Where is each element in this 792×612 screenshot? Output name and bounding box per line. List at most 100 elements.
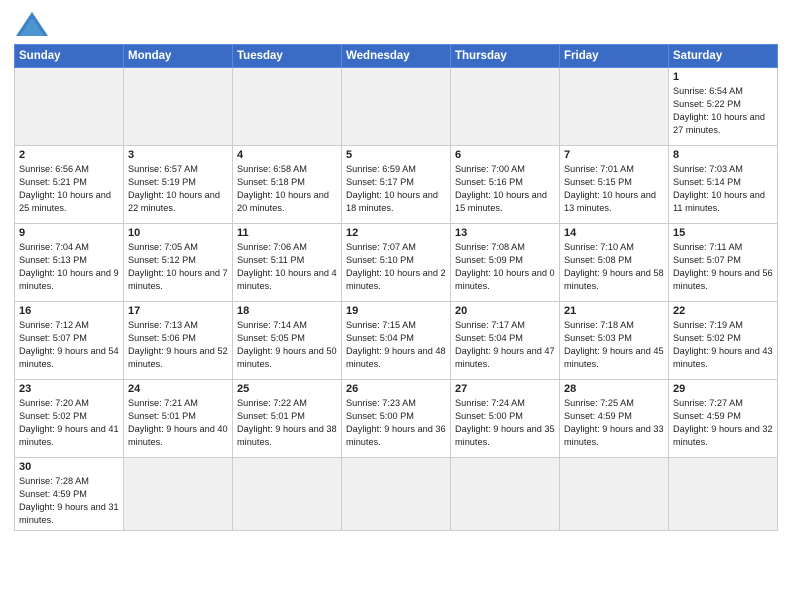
day-cell: 16Sunrise: 7:12 AM Sunset: 5:07 PM Dayli… (15, 302, 124, 380)
day-cell: 17 Sunrise: 7:13 AM Sunset: 5:06 PM Dayli… (124, 302, 233, 380)
week-row-5: 30 Sunrise: 7:28 AM Sunset: 4:59 PM Dayli… (15, 458, 778, 531)
day-info: Sunrise: 6:58 AM Sunset: 5:18 PM Dayligh… (237, 163, 337, 215)
week-row-4: 23 Sunrise: 7:20 AM Sunset: 5:02 PM Dayli… (15, 380, 778, 458)
day-info: Sunrise: 7:08 AM Sunset: 5:09 PM Dayligh… (455, 241, 555, 293)
day-cell (560, 458, 669, 531)
day-cell: 26 Sunrise: 7:23 AM Sunset: 5:00 PM Dayli… (342, 380, 451, 458)
day-info: Sunrise: 7:13 AM Sunset: 5:06 PM Dayligh… (128, 319, 228, 371)
day-cell (124, 458, 233, 531)
day-cell: 13 Sunrise: 7:08 AM Sunset: 5:09 PM Dayli… (451, 224, 560, 302)
week-row-3: 16Sunrise: 7:12 AM Sunset: 5:07 PM Dayli… (15, 302, 778, 380)
day-number: 30 (19, 461, 119, 473)
day-number: 21 (564, 305, 664, 317)
day-info: Sunrise: 7:18 AM Sunset: 5:03 PM Dayligh… (564, 319, 664, 371)
day-number: 22 (673, 305, 773, 317)
day-cell: 12Sunrise: 7:07 AM Sunset: 5:10 PM Dayli… (342, 224, 451, 302)
day-info: Sunrise: 7:06 AM Sunset: 5:11 PM Dayligh… (237, 241, 337, 293)
day-cell: 3Sunrise: 6:57 AM Sunset: 5:19 PM Daylig… (124, 146, 233, 224)
day-info: Sunrise: 7:21 AM Sunset: 5:01 PM Dayligh… (128, 397, 228, 449)
day-cell: 5 Sunrise: 6:59 AM Sunset: 5:17 PM Daylig… (342, 146, 451, 224)
day-cell (233, 458, 342, 531)
calendar: SundayMondayTuesdayWednesdayThursdayFrid… (14, 44, 778, 531)
day-number: 29 (673, 383, 773, 395)
day-cell: 9Sunrise: 7:04 AM Sunset: 5:13 PM Daylig… (15, 224, 124, 302)
day-number: 23 (19, 383, 119, 395)
week-row-1: 2Sunrise: 6:56 AM Sunset: 5:21 PM Daylig… (15, 146, 778, 224)
day-header-sunday: Sunday (15, 45, 124, 68)
day-cell (451, 68, 560, 146)
day-info: Sunrise: 7:14 AM Sunset: 5:05 PM Dayligh… (237, 319, 337, 371)
day-info: Sunrise: 7:04 AM Sunset: 5:13 PM Dayligh… (19, 241, 119, 293)
day-cell (124, 68, 233, 146)
day-number: 6 (455, 149, 555, 161)
day-number: 18 (237, 305, 337, 317)
day-info: Sunrise: 7:23 AM Sunset: 5:00 PM Dayligh… (346, 397, 446, 449)
logo (14, 10, 54, 40)
day-info: Sunrise: 7:22 AM Sunset: 5:01 PM Dayligh… (237, 397, 337, 449)
day-cell: 22 Sunrise: 7:19 AM Sunset: 5:02 PM Dayli… (669, 302, 778, 380)
day-info: Sunrise: 6:56 AM Sunset: 5:21 PM Dayligh… (19, 163, 119, 215)
day-info: Sunrise: 7:25 AM Sunset: 4:59 PM Dayligh… (564, 397, 664, 449)
day-number: 8 (673, 149, 773, 161)
day-number: 11 (237, 227, 337, 239)
day-cell: 11 Sunrise: 7:06 AM Sunset: 5:11 PM Dayli… (233, 224, 342, 302)
page-container: SundayMondayTuesdayWednesdayThursdayFrid… (0, 0, 792, 537)
day-number: 26 (346, 383, 446, 395)
day-info: Sunrise: 7:01 AM Sunset: 5:15 PM Dayligh… (564, 163, 664, 215)
day-info: Sunrise: 6:57 AM Sunset: 5:19 PM Dayligh… (128, 163, 228, 215)
day-cell: 29 Sunrise: 7:27 AM Sunset: 4:59 PM Dayli… (669, 380, 778, 458)
day-number: 7 (564, 149, 664, 161)
day-number: 4 (237, 149, 337, 161)
day-info: Sunrise: 7:11 AM Sunset: 5:07 PM Dayligh… (673, 241, 773, 293)
day-cell: 6 Sunrise: 7:00 AM Sunset: 5:16 PM Daylig… (451, 146, 560, 224)
day-header-wednesday: Wednesday (342, 45, 451, 68)
day-number: 24 (128, 383, 228, 395)
day-number: 19 (346, 305, 446, 317)
day-number: 25 (237, 383, 337, 395)
day-info: Sunrise: 7:12 AM Sunset: 5:07 PM Dayligh… (19, 319, 119, 371)
day-cell: 10Sunrise: 7:05 AM Sunset: 5:12 PM Dayli… (124, 224, 233, 302)
day-cell: 1Sunrise: 6:54 AM Sunset: 5:22 PM Daylig… (669, 68, 778, 146)
day-info: Sunrise: 7:20 AM Sunset: 5:02 PM Dayligh… (19, 397, 119, 449)
day-header-saturday: Saturday (669, 45, 778, 68)
day-cell (560, 68, 669, 146)
day-cell: 19Sunrise: 7:15 AM Sunset: 5:04 PM Dayli… (342, 302, 451, 380)
day-info: Sunrise: 7:17 AM Sunset: 5:04 PM Dayligh… (455, 319, 555, 371)
day-cell: 2Sunrise: 6:56 AM Sunset: 5:21 PM Daylig… (15, 146, 124, 224)
day-cell: 15 Sunrise: 7:11 AM Sunset: 5:07 PM Dayli… (669, 224, 778, 302)
day-info: Sunrise: 7:19 AM Sunset: 5:02 PM Dayligh… (673, 319, 773, 371)
day-info: Sunrise: 7:28 AM Sunset: 4:59 PM Dayligh… (19, 475, 119, 527)
day-number: 17 (128, 305, 228, 317)
day-cell: 25 Sunrise: 7:22 AM Sunset: 5:01 PM Dayli… (233, 380, 342, 458)
day-info: Sunrise: 6:59 AM Sunset: 5:17 PM Dayligh… (346, 163, 446, 215)
day-cell: 21 Sunrise: 7:18 AM Sunset: 5:03 PM Dayli… (560, 302, 669, 380)
day-info: Sunrise: 7:27 AM Sunset: 4:59 PM Dayligh… (673, 397, 773, 449)
day-number: 13 (455, 227, 555, 239)
day-header-monday: Monday (124, 45, 233, 68)
day-info: Sunrise: 7:05 AM Sunset: 5:12 PM Dayligh… (128, 241, 228, 293)
logo-icon (14, 10, 50, 40)
day-info: Sunrise: 7:03 AM Sunset: 5:14 PM Dayligh… (673, 163, 773, 215)
day-number: 27 (455, 383, 555, 395)
day-cell (451, 458, 560, 531)
day-number: 1 (673, 71, 773, 83)
day-cell: 27Sunrise: 7:24 AM Sunset: 5:00 PM Dayli… (451, 380, 560, 458)
day-cell: 28 Sunrise: 7:25 AM Sunset: 4:59 PM Dayli… (560, 380, 669, 458)
day-header-friday: Friday (560, 45, 669, 68)
day-cell: 20Sunrise: 7:17 AM Sunset: 5:04 PM Dayli… (451, 302, 560, 380)
days-header-row: SundayMondayTuesdayWednesdayThursdayFrid… (15, 45, 778, 68)
day-cell: 30 Sunrise: 7:28 AM Sunset: 4:59 PM Dayli… (15, 458, 124, 531)
day-cell: 8 Sunrise: 7:03 AM Sunset: 5:14 PM Daylig… (669, 146, 778, 224)
day-number: 5 (346, 149, 446, 161)
day-info: Sunrise: 7:00 AM Sunset: 5:16 PM Dayligh… (455, 163, 555, 215)
day-cell: 24 Sunrise: 7:21 AM Sunset: 5:01 PM Dayli… (124, 380, 233, 458)
day-number: 15 (673, 227, 773, 239)
day-number: 28 (564, 383, 664, 395)
day-number: 12 (346, 227, 446, 239)
day-header-tuesday: Tuesday (233, 45, 342, 68)
day-cell: 23 Sunrise: 7:20 AM Sunset: 5:02 PM Dayli… (15, 380, 124, 458)
day-cell: 18 Sunrise: 7:14 AM Sunset: 5:05 PM Dayli… (233, 302, 342, 380)
header (14, 10, 778, 40)
day-cell (15, 68, 124, 146)
day-cell (669, 458, 778, 531)
